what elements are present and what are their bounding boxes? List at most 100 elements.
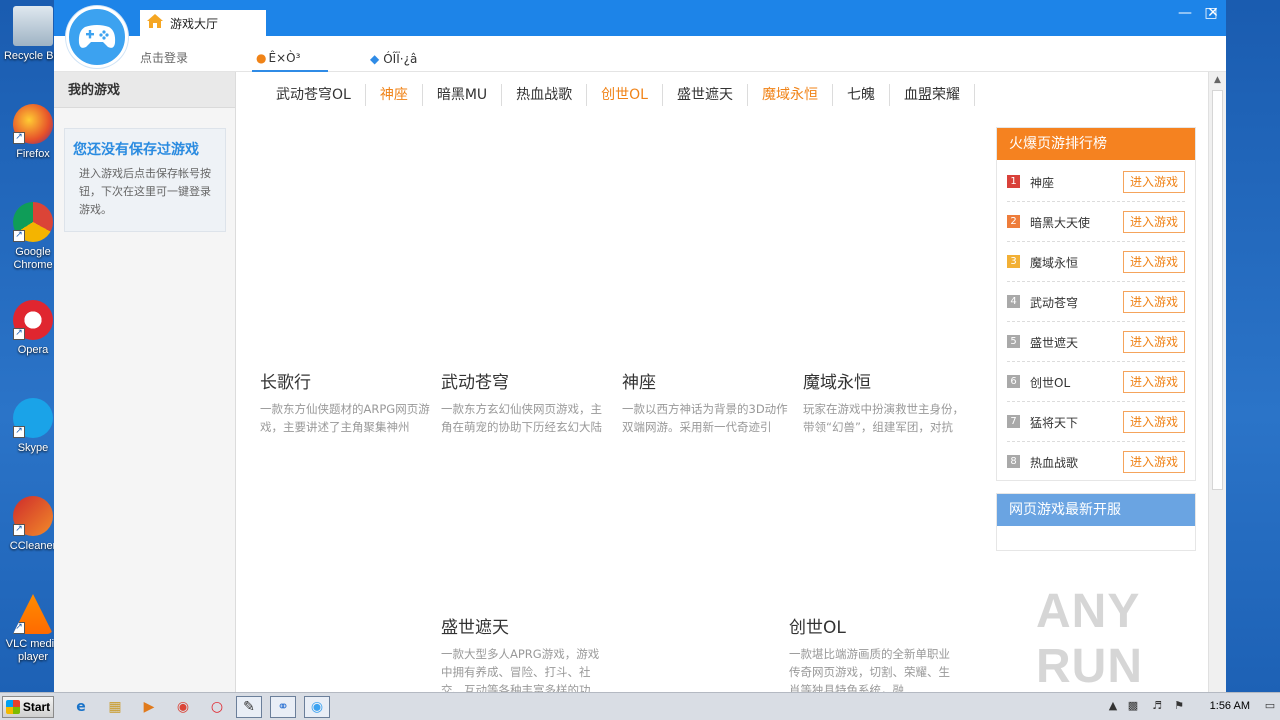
- game-title[interactable]: 神座: [622, 372, 794, 394]
- enter-game-button[interactable]: 进入游戏: [1123, 171, 1185, 193]
- network-icon[interactable]: ▩: [1126, 699, 1140, 713]
- tab-home[interactable]: ● Ê×Ò³: [252, 46, 328, 72]
- taskbar-ie-button[interactable]: e: [68, 696, 94, 718]
- skype-icon: ↗: [13, 398, 53, 438]
- rank-game-name[interactable]: 神座: [1030, 174, 1054, 191]
- volume-icon[interactable]: ♬: [1150, 699, 1164, 713]
- rank-number: 7: [1007, 415, 1020, 428]
- ranking-row: 4 武动苍穹 进入游戏: [1007, 282, 1185, 322]
- ranking-row: 2 暗黑大天使 进入游戏: [1007, 202, 1185, 242]
- tab-game-hall-label: 游戏大厅: [170, 16, 219, 31]
- my-games-header: 我的游戏: [54, 72, 235, 108]
- game-title[interactable]: 武动苍穹: [441, 372, 613, 394]
- ranking-row: 6 创世OL 进入游戏: [1007, 362, 1185, 402]
- rank-number: 1: [1007, 175, 1020, 188]
- category-link[interactable]: 魔域永恒: [748, 84, 833, 106]
- tab-game-hall[interactable]: 游戏大厅: [140, 10, 266, 36]
- opera-icon: ○: [210, 699, 224, 715]
- new-servers-title: 网页游戏最新开服: [997, 494, 1195, 526]
- ie-icon: e: [76, 699, 86, 715]
- game-title[interactable]: 魔域永恒: [803, 372, 975, 394]
- rank-game-name[interactable]: 创世OL: [1030, 374, 1070, 391]
- enter-game-button[interactable]: 进入游戏: [1123, 331, 1185, 353]
- rank-number: 6: [1007, 375, 1020, 388]
- game-description: 一款东方玄幻仙侠网页游戏，主角在萌宠的协助下历经玄幻大陆: [441, 402, 602, 434]
- tab-game-library[interactable]: ◆ ÓÎÏ·¿â: [366, 46, 446, 72]
- game-description: 一款东方仙侠题材的ARPG网页游戏，主要讲述了主角聚集神州: [260, 402, 430, 434]
- rank-game-name[interactable]: 热血战歌: [1030, 454, 1078, 471]
- taskbar-cursor-app-button[interactable]: ⚭: [270, 696, 296, 718]
- ranking-panel: 火爆页游排行榜 1 神座 进入游戏 2 暗黑大天使 进入游戏 3 魔域永恒 进入游戏 4 武动苍穹进…: [996, 127, 1196, 481]
- ranking-row: 5 盛世遮天 进入游戏: [1007, 322, 1185, 362]
- enter-game-button[interactable]: 进入游戏: [1123, 251, 1185, 273]
- category-link[interactable]: 武动苍穹OL: [264, 84, 366, 106]
- shortcut-arrow-icon: ↗: [13, 426, 25, 438]
- game-card[interactable]: 魔域永恒玩家在游戏中扮演救世主身份，带领“幻兽”，组建军团，对抗: [803, 372, 975, 436]
- login-link[interactable]: 点击登录: [140, 49, 188, 66]
- show-desktop-icon[interactable]: ▭: [1262, 699, 1278, 713]
- category-link[interactable]: 神座: [366, 84, 423, 106]
- start-label: Start: [22, 700, 51, 714]
- rank-game-name[interactable]: 武动苍穹: [1030, 294, 1078, 311]
- empty-saved-games-card: 您还没有保存过游戏 进入游戏后点击保存帐号按钮，下次在这里可一键登录游戏。: [64, 128, 226, 232]
- ranking-row: 1 神座 进入游戏: [1007, 162, 1185, 202]
- scroll-up-arrow-icon[interactable]: ▲: [1209, 72, 1226, 88]
- enter-game-button[interactable]: 进入游戏: [1123, 291, 1185, 313]
- close-button[interactable]: ✕: [1200, 4, 1226, 22]
- rank-number: 4: [1007, 295, 1020, 308]
- start-button[interactable]: Start: [2, 696, 54, 718]
- opera-icon: ↗: [13, 300, 53, 340]
- game-card[interactable]: 长歌行一款东方仙侠题材的ARPG网页游戏，主要讲述了主角聚集神州: [260, 372, 432, 436]
- category-link[interactable]: 血盟荣耀: [890, 84, 975, 106]
- taskbar-chrome-button[interactable]: ◉: [170, 696, 196, 718]
- rank-game-name[interactable]: 暗黑大天使: [1030, 214, 1090, 231]
- minimize-icon: [1172, 4, 1198, 22]
- taskbar-game-hall-button[interactable]: ◉: [304, 696, 330, 718]
- game-card[interactable]: 神座 一款以西方神话为背景的3D动作双端网游。采用新一代奇迹引: [622, 372, 794, 436]
- category-link[interactable]: 七魄: [833, 84, 890, 106]
- category-link[interactable]: 盛世遮天: [663, 84, 748, 106]
- tab-home-label: Ê×Ò³: [268, 51, 301, 65]
- enter-game-button[interactable]: 进入游戏: [1123, 451, 1185, 473]
- taskbar-explorer-button[interactable]: ▦: [102, 696, 128, 718]
- enter-game-button[interactable]: 进入游戏: [1123, 411, 1185, 433]
- flag-icon[interactable]: ⚑: [1172, 699, 1186, 713]
- ccleaner-icon: ↗: [13, 496, 53, 536]
- rank-game-name[interactable]: 魔域永恒: [1030, 254, 1078, 271]
- show-hidden-icons-icon[interactable]: ▲: [1106, 699, 1120, 713]
- rank-game-name[interactable]: 盛世遮天: [1030, 334, 1078, 351]
- game-card[interactable]: 盛世遮天一款大型多人APRG游戏，游戏中拥有养成、冒险、打斗、社交、互动等各种丰…: [441, 617, 609, 692]
- empty-description: 进入游戏后点击保存帐号按钮，下次在这里可一键登录游戏。: [79, 167, 211, 216]
- game-card[interactable]: 创世OL 一款堪比端游画质的全新单职业传奇网页游戏，切割、荣耀、生肖等独具特色系统…: [789, 617, 957, 692]
- game-description: 玩家在游戏中扮演救世主身份，带领“幻兽”，组建军团，对抗: [803, 402, 964, 434]
- shortcut-arrow-icon: ↗: [13, 132, 25, 144]
- shortcut-arrow-icon: ↗: [13, 524, 25, 536]
- enter-game-button[interactable]: 进入游戏: [1123, 211, 1185, 233]
- rank-game-name[interactable]: 猛将天下: [1030, 414, 1078, 431]
- ranking-row: 3 魔域永恒 进入游戏: [1007, 242, 1185, 282]
- category-link[interactable]: 热血战歌: [502, 84, 588, 106]
- scroll-thumb[interactable]: [1212, 90, 1223, 490]
- taskbar-opera-button[interactable]: ○: [204, 696, 230, 718]
- category-link[interactable]: 暗黑MU: [423, 84, 503, 106]
- game-description: 一款大型多人APRG游戏，游戏中拥有养成、冒险、打斗、社交、互动等各种丰富多样的…: [441, 647, 600, 692]
- rank-number: 8: [1007, 455, 1020, 468]
- ranking-row: 7 猛将天下 进入游戏: [1007, 402, 1185, 442]
- home-icon: [146, 13, 164, 33]
- game-title[interactable]: 长歌行: [260, 372, 432, 394]
- game-card[interactable]: 武动苍穹一款东方玄幻仙侠网页游戏，主角在萌宠的协助下历经玄幻大陆: [441, 372, 613, 436]
- shortcut-arrow-icon: ↗: [13, 328, 25, 340]
- clock[interactable]: 1:56 AM: [1210, 700, 1250, 712]
- taskbar-tool-button[interactable]: ✎: [236, 696, 262, 718]
- taskbar-media-player-button[interactable]: ▶: [136, 696, 162, 718]
- game-title[interactable]: 创世OL: [789, 617, 957, 639]
- tab-game-library-label: ÓÎÏ·¿â: [383, 52, 418, 66]
- game-title[interactable]: 盛世遮天: [441, 617, 609, 639]
- taskbar: Start e ▦ ▶ ◉ ○ ✎ ⚭ ◉ ▲ ▩ ♬ ⚑ 1:56 AM ▭: [0, 692, 1280, 720]
- category-link[interactable]: 创世OL: [587, 84, 663, 106]
- game-category-nav: 武动苍穹OL 神座 暗黑MU 热血战歌 创世OL 盛世遮天 魔域永恒 七魄 血盟荣耀: [264, 84, 975, 106]
- windows-logo-icon: [5, 700, 20, 714]
- gamepad-logo[interactable]: [66, 6, 128, 68]
- enter-game-button[interactable]: 进入游戏: [1123, 371, 1185, 393]
- shortcut-arrow-icon: ↗: [13, 230, 25, 242]
